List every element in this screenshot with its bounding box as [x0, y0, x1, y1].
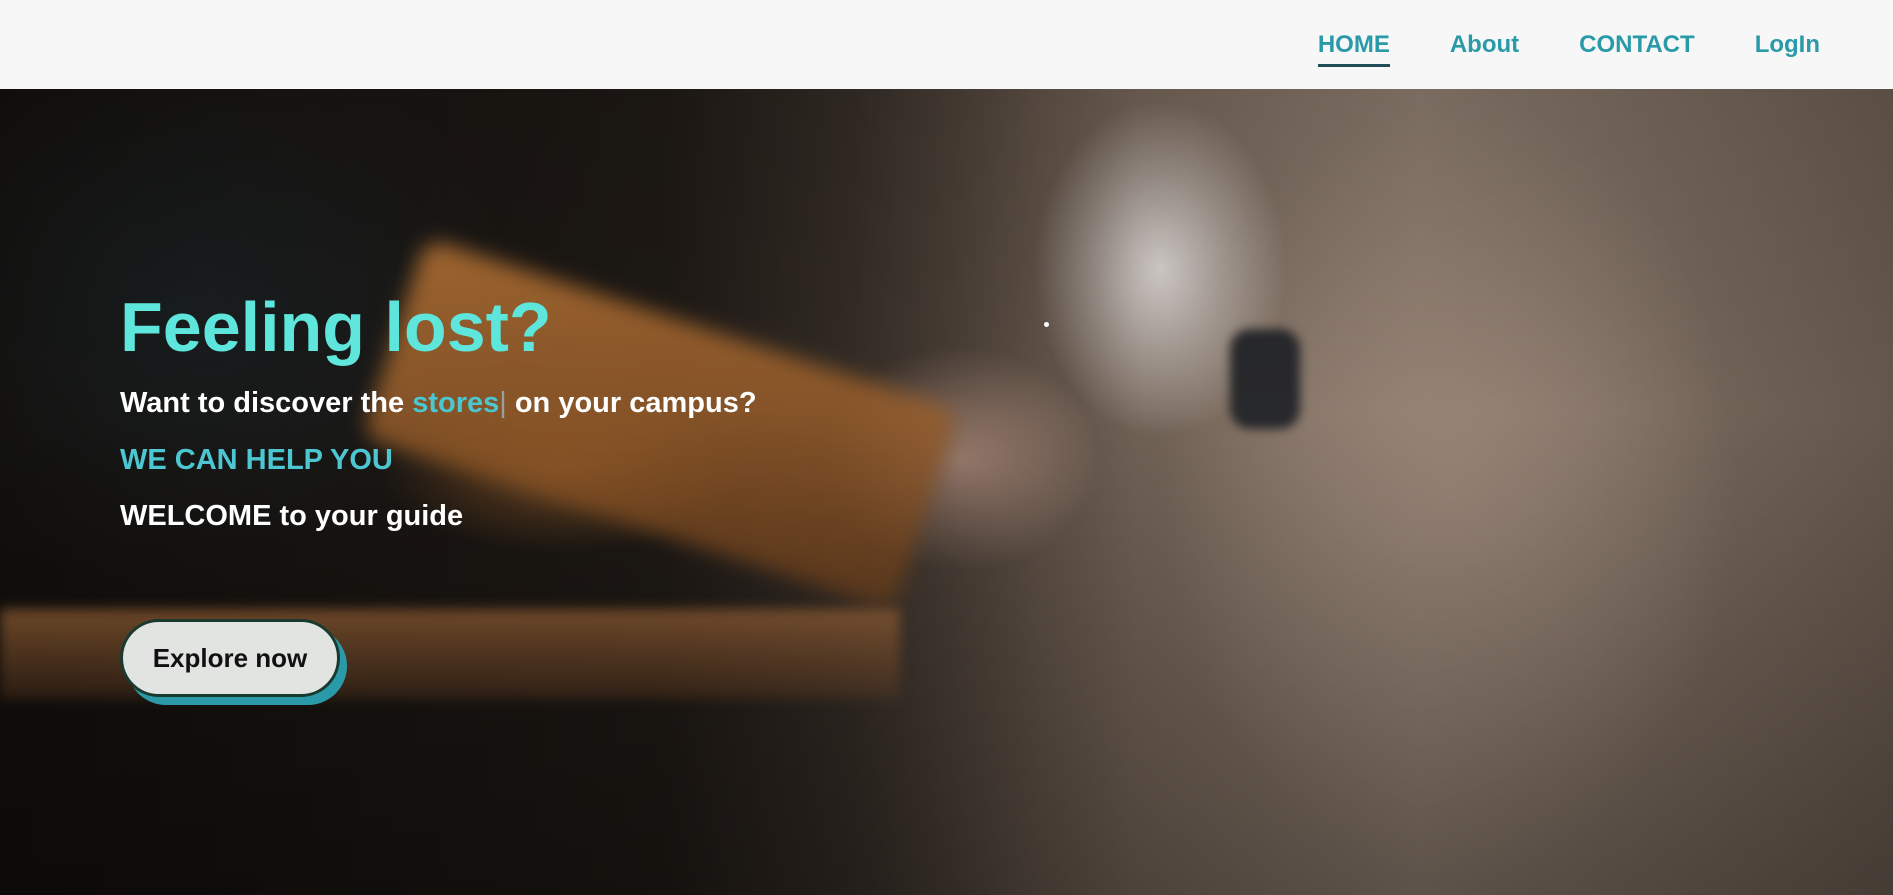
hero-subline-before: Want to discover the [120, 387, 413, 419]
top-navbar: HOME About CONTACT LogIn [0, 0, 1893, 89]
nav-links: HOME About CONTACT LogIn [1317, 0, 1820, 89]
hero-help-text: WE CAN HELP YOU [120, 444, 393, 476]
typing-cursor: | [499, 387, 507, 419]
nav-contact-link[interactable]: CONTACT [1579, 31, 1695, 59]
hero-subline: Want to discover the stores| on your cam… [120, 387, 757, 420]
hero-background-dot [1044, 322, 1049, 327]
hero-headline: Feeling lost? [120, 288, 552, 366]
hero-typed-word: stores [412, 387, 500, 419]
nav-home-link[interactable]: HOME [1317, 31, 1390, 67]
hero-background-overlay [0, 89, 1893, 895]
hero-subline-after: on your campus? [506, 387, 757, 419]
hero-section: Feeling lost? Want to discover the store… [0, 89, 1893, 895]
nav-about-link[interactable]: About [1450, 31, 1519, 59]
explore-now-button[interactable]: Explore now [120, 619, 340, 697]
hero-welcome-text: WELCOME to your guide [120, 500, 464, 532]
explore-button-wrapper: Explore now [120, 619, 347, 705]
nav-login-link[interactable]: LogIn [1755, 31, 1820, 59]
